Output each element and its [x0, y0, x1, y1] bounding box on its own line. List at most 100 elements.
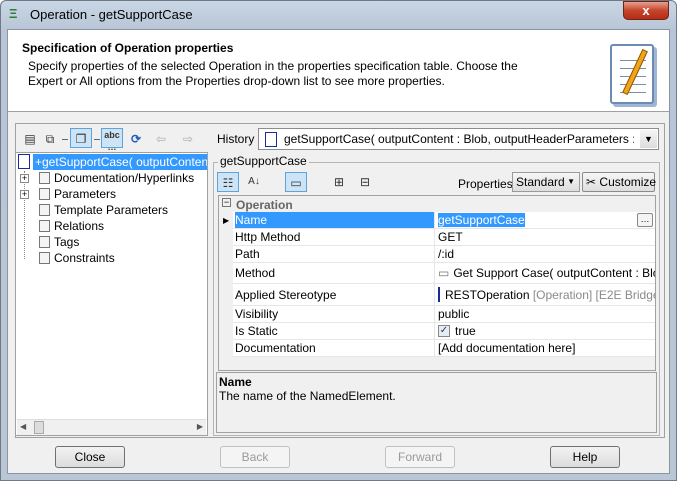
refresh-icon[interactable]: ⟳ — [125, 129, 147, 149]
table-row[interactable]: Name getSupportCase … — [233, 212, 655, 229]
method-icon: ▭ — [438, 266, 450, 280]
group-label: getSupportCase — [218, 154, 309, 168]
expand-all-icon[interactable]: ⊞ — [328, 172, 350, 192]
property-value[interactable]: /:id — [436, 246, 655, 262]
tools-icon: ✂ — [586, 175, 597, 189]
spelling-icon[interactable]: abc… — [101, 128, 123, 152]
table-row[interactable]: Path/:id — [233, 246, 655, 263]
properties-table: − Operation ▶ Name getSupportCase … Http M… — [218, 195, 656, 371]
collapse-icon[interactable]: − — [222, 198, 231, 207]
property-name: Http Method — [235, 229, 435, 245]
tree-item-constraints[interactable]: Constraints — [39, 250, 115, 266]
description-text: The name of the NamedElement. — [219, 389, 396, 403]
name-input[interactable]: getSupportCase — [438, 213, 525, 227]
property-name: Path — [235, 246, 435, 262]
tree-item-label: Constraints — [54, 251, 115, 265]
customize-label: Customize — [599, 175, 657, 189]
operation-doc-icon — [265, 132, 277, 147]
forward-arrow-icon[interactable]: ⇨ — [177, 129, 199, 149]
copy-toggle-icon[interactable]: ❐ — [70, 128, 92, 148]
properties-selected: Standard — [516, 175, 565, 189]
properties-dropdown[interactable]: Standard ▼ — [512, 172, 580, 192]
table-row[interactable]: Http Method GET — [233, 229, 655, 246]
current-row-icon: ▶ — [223, 216, 230, 225]
tree-item-documentation[interactable]: Documentation/Hyperlinks — [39, 170, 195, 186]
tree-item-parameters[interactable]: Parameters — [39, 186, 117, 202]
table-row[interactable]: Documentation [Add documentation here] — [233, 340, 655, 357]
customize-button[interactable]: ✂ Customize — [582, 172, 657, 192]
separator — [62, 139, 68, 140]
tree-item-label: Parameters — [54, 187, 117, 201]
stereotype-icon — [438, 287, 440, 302]
method-value: Get Support Case( outputContent : Blob, … — [453, 266, 655, 280]
title-bar[interactable]: Ξ Operation - getSupportCase x — [0, 0, 677, 28]
chevron-down-icon: ▼ — [567, 177, 575, 186]
property-name: Is Static — [235, 323, 435, 339]
description-panel: Name The name of the NamedElement. — [216, 372, 657, 433]
property-value[interactable]: RESTOperation [Operation] [E2E Bridge Pr… — [436, 284, 655, 305]
tree-item-tags[interactable]: Tags — [39, 234, 79, 250]
history-value: getSupportCase( outputContent : Blob, ou… — [284, 132, 634, 146]
property-value[interactable]: ▭Get Support Case( outputContent : Blob,… — [436, 263, 655, 283]
back-button[interactable]: Back — [220, 446, 290, 468]
tree-item-label: Template Parameters — [54, 203, 169, 217]
node-icon — [39, 204, 50, 216]
expand-icon[interactable]: + — [20, 174, 29, 183]
header-panel: Specification of Operation properties Sp… — [8, 30, 669, 112]
history-dropdown[interactable]: getSupportCase( outputContent : Blob, ou… — [258, 128, 659, 150]
table-row[interactable]: Applied Stereotype RESTOperation [Operati… — [233, 284, 655, 306]
close-window-button[interactable]: x — [623, 1, 669, 20]
node-icon — [39, 252, 50, 264]
ellipsis-button[interactable]: … — [637, 213, 653, 227]
element-tree: +getSupportCase( outputContent : Blob, o… — [15, 152, 208, 436]
property-value[interactable]: getSupportCase — [436, 212, 655, 228]
node-icon — [39, 172, 50, 184]
tree-view-icon[interactable]: ⧉ — [39, 129, 61, 149]
table-row[interactable]: Method ▭ Get Support Case( outputContent :… — [233, 263, 655, 284]
property-name: Documentation — [235, 340, 435, 356]
section-operation: Operation — [236, 198, 293, 212]
description-title: Name — [219, 375, 252, 389]
property-value[interactable]: public — [436, 306, 655, 322]
property-value[interactable]: [Add documentation here] — [436, 340, 655, 356]
history-label: History : — [217, 132, 262, 146]
property-name: Visibility — [235, 306, 435, 322]
scroll-right-icon[interactable]: ▶ — [197, 422, 203, 431]
stereotype-value: RESTOperation — [445, 287, 530, 302]
is-static-checkbox[interactable]: ✓ — [438, 325, 450, 337]
scroll-thumb[interactable] — [34, 421, 44, 434]
expand-icon[interactable]: + — [20, 190, 29, 199]
tree-line — [24, 171, 25, 259]
tree-item-operation[interactable]: +getSupportCase( outputContent : Blob, o… — [33, 154, 207, 170]
collapse-all-icon[interactable]: ⊟ — [354, 172, 376, 192]
node-icon — [39, 188, 50, 200]
chevron-down-icon[interactable]: ▼ — [640, 130, 657, 148]
back-arrow-icon[interactable]: ⇦ — [150, 129, 172, 149]
table-row[interactable]: Visibility public — [233, 306, 655, 323]
app-icon: Ξ — [9, 6, 18, 21]
sort-az-icon[interactable]: A↓ — [243, 172, 265, 192]
property-name: Name — [235, 212, 435, 228]
node-icon — [39, 220, 50, 232]
header-title: Specification of Operation properties — [22, 41, 234, 55]
scroll-left-icon[interactable]: ◀ — [20, 422, 26, 431]
tree-item-template-parameters[interactable]: Template Parameters — [39, 202, 169, 218]
property-value[interactable]: GET — [436, 229, 655, 245]
tree-item-label: Documentation/Hyperlinks — [54, 171, 195, 185]
description-toggle-icon[interactable]: ▭ — [285, 172, 307, 192]
help-button[interactable]: Help — [550, 446, 620, 468]
categorized-view-icon[interactable]: ☷ — [217, 172, 239, 192]
horizontal-scrollbar[interactable]: ◀ ▶ — [17, 419, 206, 435]
property-name: Applied Stereotype — [235, 284, 435, 305]
separator — [94, 139, 100, 140]
node-icon — [39, 236, 50, 248]
close-button[interactable]: Close — [55, 446, 125, 468]
stereotype-extra: [Operation] [E2E Bridge Profile] — [532, 287, 655, 302]
table-row[interactable]: Is Static ✓ true — [233, 323, 655, 340]
property-name: Method — [235, 263, 435, 283]
forward-button[interactable]: Forward — [385, 446, 455, 468]
operation-doc-icon — [18, 154, 30, 169]
tree-item-relations[interactable]: Relations — [39, 218, 104, 234]
property-value[interactable]: ✓ true — [436, 323, 655, 339]
table-view-icon[interactable]: ▤ — [19, 129, 41, 149]
